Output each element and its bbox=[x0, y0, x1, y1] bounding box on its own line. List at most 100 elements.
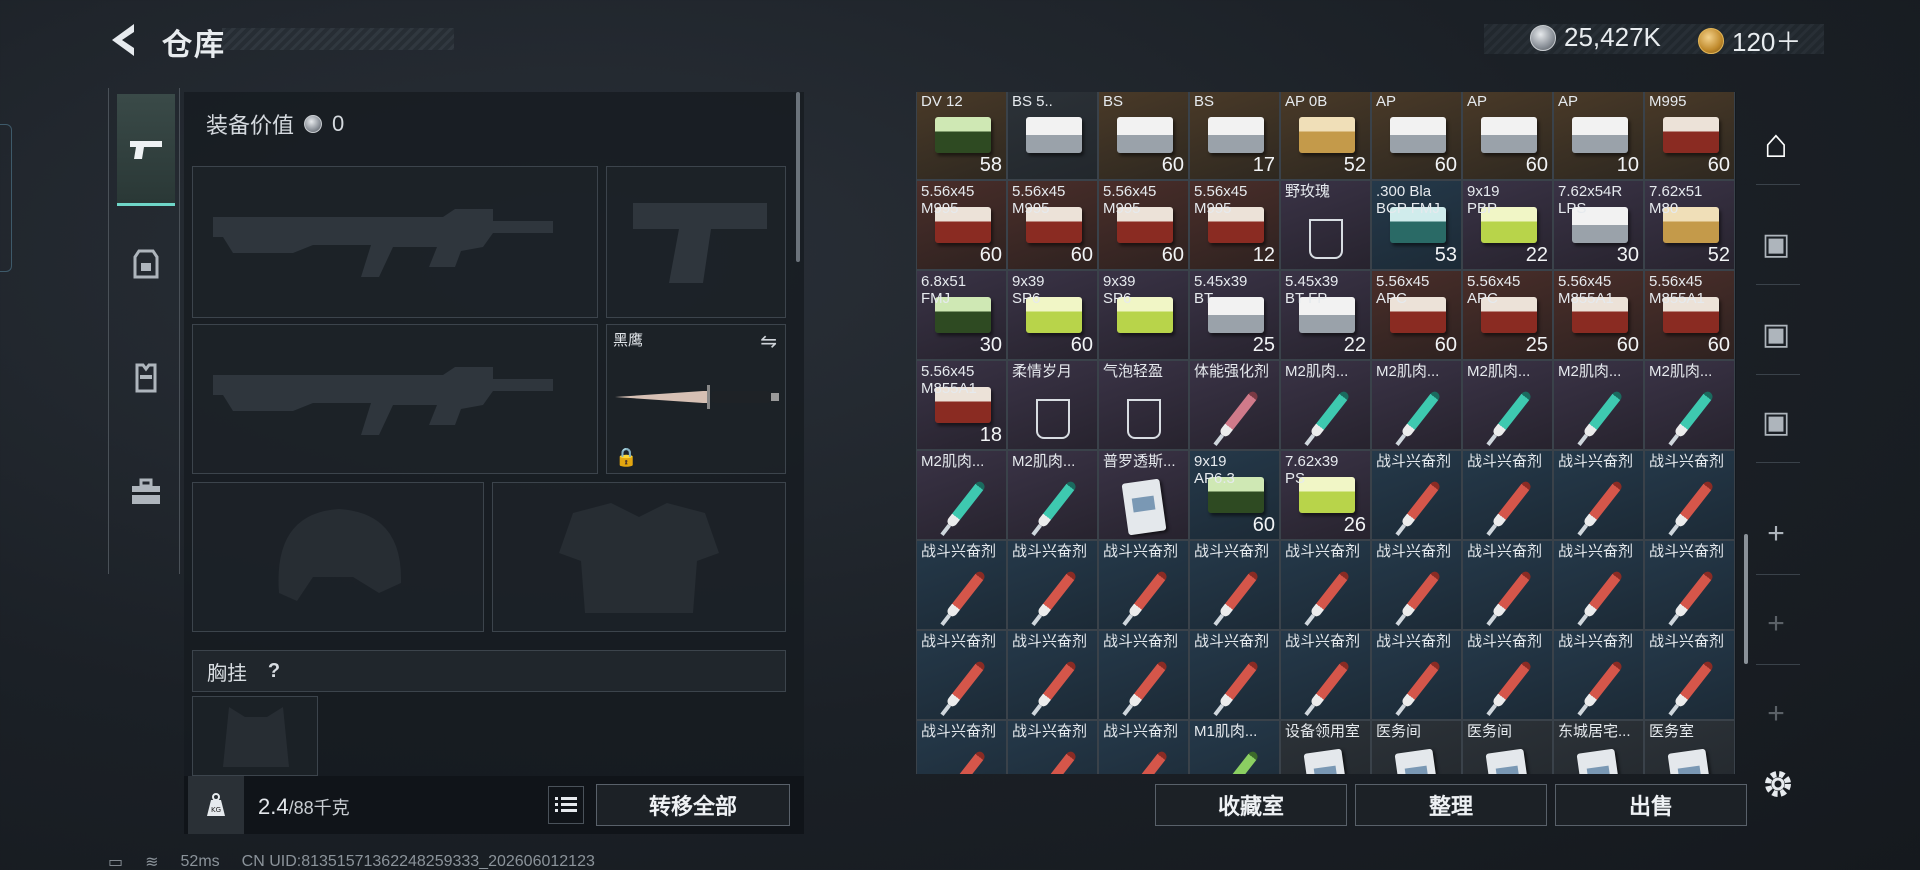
inventory-item[interactable]: M995 60 bbox=[1644, 92, 1735, 180]
inventory-item[interactable]: 战斗兴奋剂 bbox=[1371, 540, 1462, 630]
inventory-item[interactable]: 9x19 PBP 22 bbox=[1462, 180, 1553, 270]
inventory-item[interactable]: M1肌肉... bbox=[1189, 720, 1280, 774]
tab-vest[interactable] bbox=[117, 322, 175, 434]
collection-button[interactable]: 收藏室 bbox=[1155, 784, 1347, 826]
inventory-item[interactable]: 战斗兴奋剂 bbox=[1189, 540, 1280, 630]
inventory-item[interactable]: M2肌肉... bbox=[1371, 360, 1462, 450]
inventory-item[interactable]: 战斗兴奋剂 bbox=[1553, 630, 1644, 720]
inventory-item[interactable]: AP 60 bbox=[1462, 92, 1553, 180]
inventory-item[interactable]: 医务室 bbox=[1644, 720, 1735, 774]
tab-gear[interactable] bbox=[117, 208, 175, 320]
rightbar-storage-3a-icon[interactable]: ▣ bbox=[1746, 214, 1806, 274]
secondary-weapon-slot[interactable] bbox=[192, 324, 598, 474]
rightbar-add-button[interactable]: + bbox=[1746, 504, 1806, 564]
inventory-item[interactable]: 体能强化剂 bbox=[1189, 360, 1280, 450]
inventory-item[interactable]: 5.56x45 M855A1 18 bbox=[916, 360, 1007, 450]
inventory-item[interactable]: 战斗兴奋剂 bbox=[1098, 630, 1189, 720]
inventory-item[interactable]: 战斗兴奋剂 bbox=[1371, 630, 1462, 720]
inventory-item[interactable]: 医务间 bbox=[1371, 720, 1462, 774]
tab-weapons[interactable] bbox=[117, 94, 175, 206]
pistol-slot[interactable] bbox=[606, 166, 786, 318]
inventory-item[interactable]: 5.56x45 APC 60 bbox=[1371, 270, 1462, 360]
inventory-item[interactable]: .300 Bla BCP FMJ 53 bbox=[1371, 180, 1462, 270]
inventory-item[interactable]: AP 60 bbox=[1371, 92, 1462, 180]
inventory-item[interactable]: M2肌肉... bbox=[1553, 360, 1644, 450]
inventory-item[interactable]: AP 10 bbox=[1553, 92, 1644, 180]
back-button[interactable] bbox=[106, 20, 140, 60]
gold-currency[interactable]: 120＋ bbox=[1698, 22, 1801, 59]
inventory-item[interactable]: 9x39 SP6 60 bbox=[1007, 270, 1098, 360]
inventory-item[interactable]: M2肌肉... bbox=[916, 450, 1007, 540]
inventory-item[interactable]: 战斗兴奋剂 bbox=[1007, 630, 1098, 720]
rightbar-add-button-3[interactable]: + bbox=[1746, 684, 1806, 744]
inventory-item[interactable]: 5.56x45 APC 25 bbox=[1462, 270, 1553, 360]
inventory-item[interactable]: 柔情岁月 bbox=[1007, 360, 1098, 450]
sell-button[interactable]: 出售 bbox=[1555, 784, 1747, 826]
inventory-item[interactable]: BS 5.. bbox=[1007, 92, 1098, 180]
inventory-item[interactable]: BS 60 bbox=[1098, 92, 1189, 180]
melee-slot[interactable]: 黑鹰 ⇋ 🔒 bbox=[606, 324, 786, 474]
inventory-item[interactable]: 5.56x45 M855A1 60 bbox=[1644, 270, 1735, 360]
inventory-item[interactable]: 战斗兴奋剂 bbox=[1189, 630, 1280, 720]
inventory-item[interactable]: 5.45x39 BT FP 22 bbox=[1280, 270, 1371, 360]
rightbar-add-button-2[interactable]: + bbox=[1746, 594, 1806, 654]
inventory-item[interactable]: 战斗兴奋剂 bbox=[1462, 450, 1553, 540]
inventory-item[interactable]: 战斗兴奋剂 bbox=[1553, 450, 1644, 540]
inventory-item[interactable]: 战斗兴奋剂 bbox=[1098, 720, 1189, 774]
inventory-item[interactable]: 7.62x51 M80 52 bbox=[1644, 180, 1735, 270]
inventory-item[interactable]: M2肌肉... bbox=[1007, 450, 1098, 540]
sort-button[interactable]: 整理 bbox=[1355, 784, 1547, 826]
inventory-item[interactable]: M2肌肉... bbox=[1644, 360, 1735, 450]
inventory-item[interactable]: 战斗兴奋剂 bbox=[1644, 630, 1735, 720]
inventory-item[interactable]: 5.56x45 M995 60 bbox=[1007, 180, 1098, 270]
armor-slot[interactable] bbox=[492, 482, 786, 632]
inventory-item[interactable]: M2肌肉... bbox=[1280, 360, 1371, 450]
tab-case[interactable] bbox=[117, 436, 175, 548]
inventory-item[interactable]: 战斗兴奋剂 bbox=[1644, 540, 1735, 630]
inventory-item[interactable]: 战斗兴奋剂 bbox=[1371, 450, 1462, 540]
swap-icon[interactable]: ⇋ bbox=[760, 329, 777, 354]
inventory-item[interactable]: 野玫瑰 bbox=[1280, 180, 1371, 270]
inventory-item[interactable]: 战斗兴奋剂 bbox=[916, 630, 1007, 720]
inventory-item[interactable]: DV 12 58 bbox=[916, 92, 1007, 180]
inventory-item[interactable]: 普罗透斯... bbox=[1098, 450, 1189, 540]
inventory-item[interactable]: 战斗兴奋剂 bbox=[1553, 540, 1644, 630]
inventory-item[interactable]: 5.56x45 M995 60 bbox=[1098, 180, 1189, 270]
transfer-all-button[interactable]: 转移全部 bbox=[596, 784, 790, 826]
help-button[interactable]: ? bbox=[261, 658, 287, 684]
inventory-item[interactable]: 战斗兴奋剂 bbox=[1462, 630, 1553, 720]
inventory-item[interactable]: 战斗兴奋剂 bbox=[1462, 540, 1553, 630]
rightbar-storage-3b-icon[interactable]: ▣ bbox=[1746, 304, 1806, 364]
inventory-item[interactable]: 6.8x51 FMJ 30 bbox=[916, 270, 1007, 360]
list-view-button[interactable] bbox=[548, 786, 584, 824]
inventory-item[interactable]: 5.56x45 M855A1 60 bbox=[1553, 270, 1644, 360]
inventory-item[interactable]: 战斗兴奋剂 bbox=[1280, 630, 1371, 720]
side-handle[interactable] bbox=[0, 124, 12, 272]
inventory-item[interactable]: 医务间 bbox=[1462, 720, 1553, 774]
inventory-item[interactable]: 战斗兴奋剂 bbox=[1280, 540, 1371, 630]
inventory-item[interactable]: 5.56x45 M995 12 bbox=[1189, 180, 1280, 270]
inventory-item[interactable]: M2肌肉... bbox=[1462, 360, 1553, 450]
primary-weapon-slot[interactable] bbox=[192, 166, 598, 318]
inventory-item[interactable]: BS 17 bbox=[1189, 92, 1280, 180]
inventory-item[interactable]: 战斗兴奋剂 bbox=[1644, 450, 1735, 540]
inventory-item[interactable]: 战斗兴奋剂 bbox=[916, 540, 1007, 630]
inventory-item[interactable]: 气泡轻盈 bbox=[1098, 360, 1189, 450]
inventory-item[interactable]: 7.62x54R LPS 30 bbox=[1553, 180, 1644, 270]
helmet-slot[interactable] bbox=[192, 482, 484, 632]
inventory-item[interactable]: 9x19 AP6.3 60 bbox=[1189, 450, 1280, 540]
inventory-item[interactable]: 战斗兴奋剂 bbox=[1007, 540, 1098, 630]
chest-rig-slot[interactable] bbox=[192, 696, 318, 776]
settings-button[interactable] bbox=[1760, 766, 1800, 806]
rightbar-home-icon[interactable]: ⌂ bbox=[1746, 114, 1806, 174]
inventory-item[interactable]: 7.62x39 PS 26 bbox=[1280, 450, 1371, 540]
inventory-item[interactable]: 战斗兴奋剂 bbox=[916, 720, 1007, 774]
inventory-item[interactable]: 设备领用室 bbox=[1280, 720, 1371, 774]
equipment-scrollbar[interactable] bbox=[796, 92, 800, 262]
inventory-item[interactable]: AP 0B 52 bbox=[1280, 92, 1371, 180]
inventory-item[interactable]: 东城居宅... bbox=[1553, 720, 1644, 774]
inventory-item[interactable]: 5.45x39 BT 25 bbox=[1189, 270, 1280, 360]
inventory-item[interactable]: 5.56x45 M995 60 bbox=[916, 180, 1007, 270]
rightbar-storage-4-icon[interactable]: ▣ bbox=[1746, 392, 1806, 452]
inventory-item[interactable]: 战斗兴奋剂 bbox=[1098, 540, 1189, 630]
